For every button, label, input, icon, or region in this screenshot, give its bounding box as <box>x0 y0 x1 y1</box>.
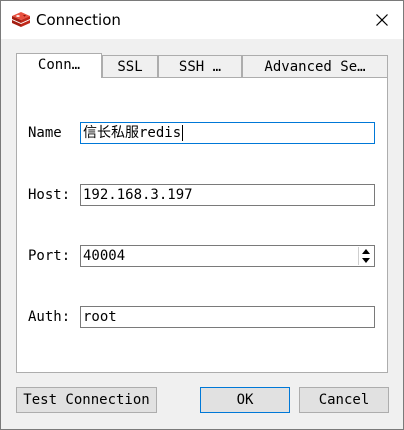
auth-value: root <box>83 309 117 325</box>
name-label: Name <box>28 125 62 141</box>
host-value: 192.168.3.197 <box>83 187 193 203</box>
connection-dialog: Connection Conn… SSL SSH … Advanced Se… … <box>0 0 404 430</box>
host-label: Host: <box>28 187 71 203</box>
port-stepper <box>358 247 373 265</box>
ok-button[interactable]: OK <box>200 387 290 413</box>
port-spinbox[interactable]: 40004 <box>80 245 375 267</box>
host-input[interactable]: 192.168.3.197 <box>80 184 375 206</box>
connection-panel: Name 信长私服redis Host: 192.168.3.197 Port:… <box>16 77 388 373</box>
tab-connection[interactable]: Conn… <box>16 53 102 78</box>
window-title: Connection <box>36 11 121 29</box>
cancel-button[interactable]: Cancel <box>299 387 389 413</box>
spin-down-icon[interactable] <box>359 256 373 265</box>
auth-label: Auth: <box>28 309 71 325</box>
redis-logo-icon <box>12 12 30 27</box>
tab-advanced-settings[interactable]: Advanced Se… <box>242 55 388 77</box>
port-value: 40004 <box>83 248 126 264</box>
title-bar[interactable]: Connection <box>1 1 403 39</box>
port-label: Port: <box>28 248 71 264</box>
test-connection-button[interactable]: Test Connection <box>16 387 157 413</box>
spin-up-icon[interactable] <box>359 247 373 256</box>
name-input[interactable]: 信长私服redis <box>80 122 375 144</box>
tab-ssh[interactable]: SSH … <box>158 55 242 77</box>
name-value: 信长私服redis <box>83 125 182 141</box>
close-icon[interactable] <box>369 7 395 33</box>
tab-ssl[interactable]: SSL <box>102 55 158 77</box>
auth-input[interactable]: root <box>80 306 375 328</box>
tab-bar: Conn… SSL SSH … Advanced Se… <box>16 53 388 78</box>
text-caret <box>182 125 184 141</box>
